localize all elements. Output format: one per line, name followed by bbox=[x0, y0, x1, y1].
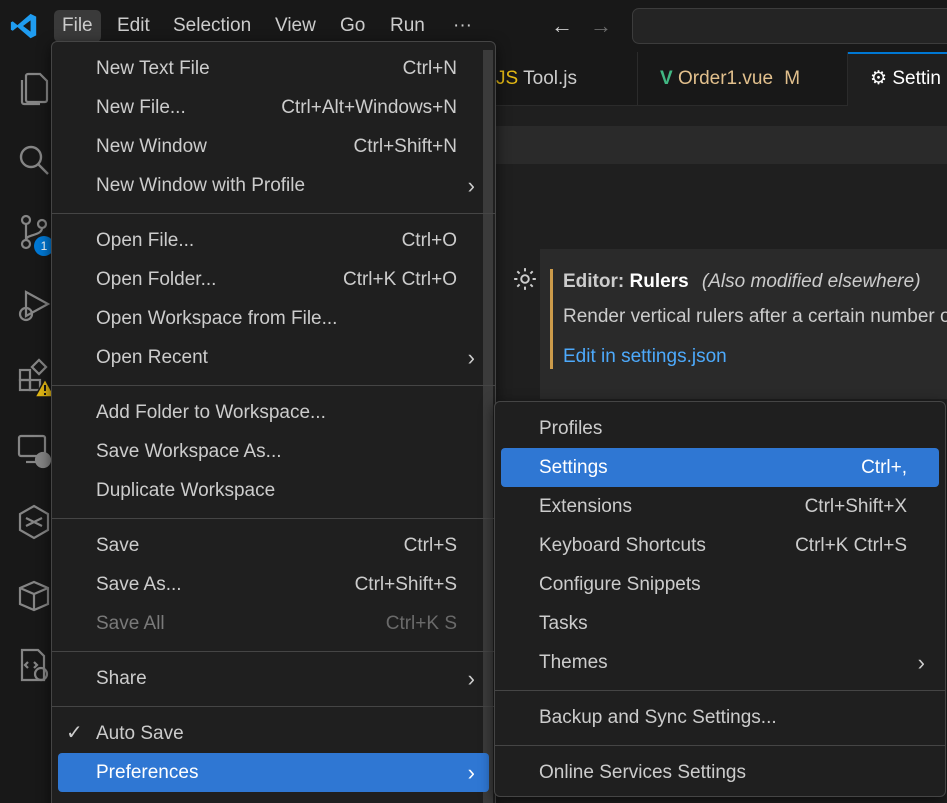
menu-separator bbox=[52, 213, 495, 214]
remote-explorer-icon[interactable] bbox=[14, 430, 54, 470]
tab-tool-js[interactable]: JS Tool.js bbox=[484, 52, 638, 106]
menu-separator bbox=[52, 706, 495, 707]
tab-order1-vue[interactable]: V Order1.vue M bbox=[638, 52, 848, 106]
menu-separator bbox=[495, 745, 945, 746]
explorer-files-icon[interactable] bbox=[14, 68, 54, 108]
menu-item-duplicate-workspace[interactable]: Duplicate Workspace bbox=[58, 471, 489, 510]
settings-sliders-icon: ⚙ bbox=[870, 68, 888, 89]
forward-arrow-icon[interactable]: → bbox=[590, 13, 612, 39]
submenu-item-keyboard-shortcuts[interactable]: Keyboard Shortcuts Ctrl+K Ctrl+S bbox=[501, 526, 939, 565]
menu-item-open-workspace[interactable]: Open Workspace from File... bbox=[58, 299, 489, 338]
setting-rulers: Editor: Rulers (Also modified elsewhere)… bbox=[540, 249, 947, 399]
chevron-right-icon: › bbox=[467, 666, 475, 691]
js-file-icon: JS bbox=[496, 68, 519, 89]
chevron-right-icon: › bbox=[467, 345, 475, 370]
chevron-right-icon: › bbox=[917, 650, 925, 675]
menu-item-new-file[interactable]: New File... Ctrl+Alt+Windows+N bbox=[58, 88, 489, 127]
edit-in-settings-json-link[interactable]: Edit in settings.json bbox=[563, 346, 727, 368]
setting-category: Editor: bbox=[563, 271, 625, 292]
menu-item-share[interactable]: Share › bbox=[58, 659, 489, 698]
menu-separator bbox=[52, 518, 495, 519]
menu-item-save-workspace-as[interactable]: Save Workspace As... bbox=[58, 432, 489, 471]
gear-icon[interactable] bbox=[512, 266, 538, 292]
chevron-right-icon: › bbox=[467, 760, 475, 785]
menu-item-save-as[interactable]: Save As... Ctrl+Shift+S bbox=[58, 565, 489, 604]
menu-more[interactable]: ··· bbox=[445, 10, 480, 42]
file-menu: New Text File Ctrl+N New File... Ctrl+Alt+… bbox=[51, 41, 496, 803]
submenu-item-online-services[interactable]: Online Services Settings bbox=[501, 753, 939, 792]
tab-settings[interactable]: ⚙ Settin bbox=[848, 52, 947, 106]
menu-item-open-recent[interactable]: Open Recent › bbox=[58, 338, 489, 377]
menu-edit[interactable]: Edit bbox=[109, 10, 158, 42]
menu-item-save[interactable]: Save Ctrl+S bbox=[58, 526, 489, 565]
submenu-item-settings[interactable]: Settings Ctrl+, bbox=[501, 448, 939, 487]
menu-item-open-file[interactable]: Open File... Ctrl+O bbox=[58, 221, 489, 260]
tab-label: Order1.vue bbox=[677, 68, 774, 89]
submenu-item-configure-snippets[interactable]: Configure Snippets bbox=[501, 565, 939, 604]
containers-icon[interactable] bbox=[14, 574, 54, 614]
back-arrow-icon[interactable]: ← bbox=[551, 13, 573, 39]
modified-indicator: M bbox=[784, 68, 801, 89]
menu-item-save-all[interactable]: Save All Ctrl+K S bbox=[58, 604, 489, 643]
submenu-item-extensions[interactable]: Extensions Ctrl+Shift+X bbox=[501, 487, 939, 526]
checkmark-icon: ✓ bbox=[66, 722, 83, 744]
setting-name: Rulers bbox=[629, 271, 689, 292]
menu-item-open-folder[interactable]: Open Folder... Ctrl+K Ctrl+O bbox=[58, 260, 489, 299]
menu-item-new-window-with-profile[interactable]: New Window with Profile › bbox=[58, 166, 489, 205]
copilot-icon[interactable] bbox=[14, 502, 54, 542]
submenu-item-themes[interactable]: Themes › bbox=[501, 643, 939, 682]
submenu-item-backup-sync[interactable]: Backup and Sync Settings... bbox=[501, 698, 939, 737]
menu-view[interactable]: View bbox=[267, 10, 324, 42]
code-analysis-icon[interactable] bbox=[14, 646, 54, 686]
tab-label: Tool.js bbox=[523, 68, 577, 89]
chevron-right-icon: › bbox=[467, 173, 475, 198]
menu-item-new-window[interactable]: New Window Ctrl+Shift+N bbox=[58, 127, 489, 166]
menu-file[interactable]: File bbox=[54, 10, 101, 42]
menu-item-auto-save[interactable]: ✓ Auto Save bbox=[58, 714, 489, 753]
run-debug-icon[interactable] bbox=[14, 286, 54, 326]
menu-item-add-folder[interactable]: Add Folder to Workspace... bbox=[58, 393, 489, 432]
menu-item-new-text-file[interactable]: New Text File Ctrl+N bbox=[58, 49, 489, 88]
setting-title: Editor: Rulers (Also modified elsewhere) bbox=[563, 271, 921, 293]
menu-separator bbox=[52, 651, 495, 652]
submenu-item-tasks[interactable]: Tasks bbox=[501, 604, 939, 643]
menu-selection[interactable]: Selection bbox=[165, 10, 259, 42]
tab-label: Settin bbox=[892, 68, 941, 89]
menu-item-preferences[interactable]: Preferences › bbox=[58, 753, 489, 792]
preferences-submenu: Profiles Settings Ctrl+, Extensions Ctrl+S… bbox=[494, 401, 946, 797]
vscode-logo-icon[interactable] bbox=[9, 11, 39, 41]
menu-separator bbox=[52, 385, 495, 386]
setting-description: Render vertical rulers after a certain n… bbox=[563, 306, 947, 327]
menu-separator bbox=[495, 690, 945, 691]
menu-run[interactable]: Run bbox=[382, 10, 433, 42]
modified-elsewhere-note[interactable]: (Also modified elsewhere) bbox=[702, 271, 921, 292]
search-icon[interactable] bbox=[14, 140, 54, 180]
command-center-search[interactable] bbox=[632, 8, 947, 44]
vue-file-icon: V bbox=[660, 68, 673, 89]
menu-go[interactable]: Go bbox=[332, 10, 373, 42]
submenu-item-profiles[interactable]: Profiles bbox=[501, 409, 939, 448]
modified-bar bbox=[550, 269, 553, 369]
